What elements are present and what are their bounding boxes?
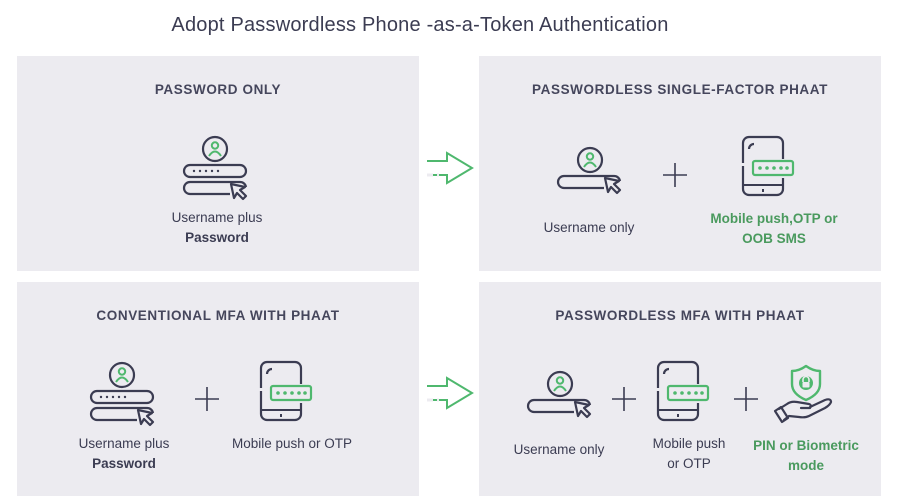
item-caption: Username plus Password xyxy=(78,436,170,471)
page-title: Adopt Passwordless Phone -as-a-Token Aut… xyxy=(171,14,669,36)
item-caption: Mobile push or OTP xyxy=(231,436,353,451)
plus-icon xyxy=(662,162,688,188)
panel-title: PASSWORDLESS SINGLE-FACTOR PHAAT xyxy=(532,82,828,97)
hand-shield-lock-icon xyxy=(773,364,833,424)
item-username-only: Username only xyxy=(499,368,619,460)
username-icon xyxy=(526,370,592,419)
item-caption: Mobile push or OTP xyxy=(652,436,726,471)
item-username-password: Username plus Password xyxy=(152,132,282,248)
username-password-icon xyxy=(89,361,155,427)
panel-title: CONVENTIONAL MFA WITH PHAAT xyxy=(96,308,340,323)
item-pin-biometric: PIN or Biometric mode xyxy=(741,362,871,476)
username-password-icon xyxy=(182,135,248,201)
panel-passwordless-single-factor: PASSWORDLESS SINGLE-FACTOR PHAAT Usernam… xyxy=(479,56,881,271)
item-caption: Mobile push,OTP or OOB SMS xyxy=(710,211,838,246)
item-username-only: Username only xyxy=(524,144,654,238)
arrow-right-icon xyxy=(425,148,475,188)
arrow-right-icon xyxy=(425,373,475,413)
item-phone-otp: Mobile push or OTP xyxy=(217,360,367,454)
item-phone-otp: Mobile push or OTP xyxy=(634,360,744,474)
panel-conventional-mfa: CONVENTIONAL MFA WITH PHAAT Username plu… xyxy=(17,282,419,496)
item-phone-otp: Mobile push,OTP or OOB SMS xyxy=(694,135,854,249)
username-icon xyxy=(556,146,622,195)
panel-title: PASSWORD ONLY xyxy=(154,82,282,97)
phone-otp-icon xyxy=(259,360,313,422)
panel-password-only: PASSWORD ONLY Username plus Password xyxy=(17,56,419,271)
panel-passwordless-mfa: PASSWORDLESS MFA WITH PHAAT Username onl… xyxy=(479,282,881,496)
panel-title: PASSWORDLESS MFA WITH PHAAT xyxy=(555,308,805,323)
item-caption: Username only xyxy=(513,442,605,457)
item-caption: Username plus Password xyxy=(171,210,263,245)
item-caption: PIN or Biometric mode xyxy=(753,438,859,473)
item-username-password: Username plus Password xyxy=(59,358,189,474)
phone-otp-icon xyxy=(656,360,710,422)
item-caption: Username only xyxy=(543,220,635,235)
phone-otp-icon xyxy=(741,135,795,197)
